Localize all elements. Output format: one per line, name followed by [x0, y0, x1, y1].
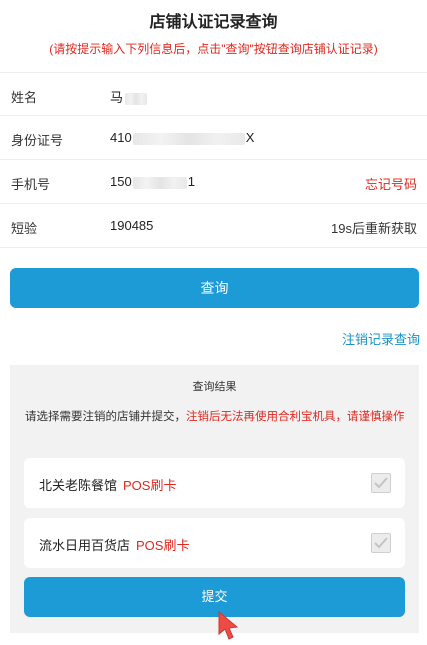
name-label: 姓名	[11, 90, 38, 105]
cancel-record-link[interactable]: 注销记录查询	[342, 329, 420, 348]
shop-item-text: 北关老陈餐馆 POS刷卡	[39, 475, 176, 494]
results-title: 查询结果	[192, 381, 237, 393]
phone-prefix: 150	[110, 174, 132, 189]
shop-item[interactable]: 流水日用百货店 POS刷卡	[24, 518, 405, 568]
query-form: 姓名 马 身份证号 410 X 手机号 150 1 忘记号码 短验 190485 1…	[0, 72, 427, 248]
resend-countdown[interactable]: 19s后重新获取	[331, 218, 417, 237]
shop-type: POS刷卡	[123, 478, 177, 493]
forgot-number-link[interactable]: 忘记号码	[365, 174, 417, 193]
shop-checkbox[interactable]	[371, 473, 391, 493]
shop-type: POS刷卡	[136, 538, 190, 553]
name-field[interactable]: 马	[110, 87, 148, 106]
notice-warning: 注销后无法再使用合利宝机具，请谨慎操作	[186, 411, 405, 423]
sms-row: 短验 190485 19s后重新获取	[0, 204, 427, 248]
notice-text: 请选择需要注销的店铺并提交，	[25, 411, 186, 423]
id-card-label: 身份证号	[11, 133, 64, 148]
shop-name: 北关老陈餐馆	[39, 478, 118, 493]
pointer-arrow-icon	[218, 610, 239, 640]
phone-label: 手机号	[11, 177, 51, 192]
phone-redaction	[132, 176, 187, 189]
phone-row: 手机号 150 1 忘记号码	[0, 160, 427, 204]
submit-button[interactable]: 提交	[24, 577, 405, 617]
phone-suffix: 1	[187, 174, 195, 189]
results-panel: 查询结果 请选择需要注销的店铺并提交，注销后无法再使用合利宝机具，请谨慎操作 北…	[10, 365, 419, 633]
id-card-suffix: X	[245, 130, 255, 145]
shop-name: 流水日用百货店	[39, 538, 131, 553]
query-button[interactable]: 查询	[10, 268, 419, 308]
name-row: 姓名 马	[0, 72, 427, 116]
id-card-field[interactable]: 410 X	[110, 130, 254, 145]
results-notice: 请选择需要注销的店铺并提交，注销后无法再使用合利宝机具，请谨慎操作	[25, 409, 405, 426]
check-icon	[374, 537, 388, 549]
shop-item[interactable]: 北关老陈餐馆 POS刷卡	[24, 458, 405, 508]
page-subtitle: (请按提示输入下列信息后，点击"查询"按钮查询店铺认证记录)	[49, 42, 378, 56]
id-card-redaction	[132, 132, 245, 145]
phone-field[interactable]: 150 1	[110, 174, 195, 189]
shop-item-text: 流水日用百货店 POS刷卡	[39, 535, 189, 554]
check-icon	[374, 477, 388, 489]
sms-code-field[interactable]: 190485	[110, 218, 153, 233]
id-card-prefix: 410	[110, 130, 132, 145]
shop-checkbox[interactable]	[371, 533, 391, 553]
page-title: 店铺认证记录查询	[149, 14, 278, 31]
name-value: 马	[110, 90, 124, 105]
name-redaction	[125, 92, 148, 105]
sms-label: 短验	[11, 221, 38, 236]
id-card-row: 身份证号 410 X	[0, 116, 427, 160]
